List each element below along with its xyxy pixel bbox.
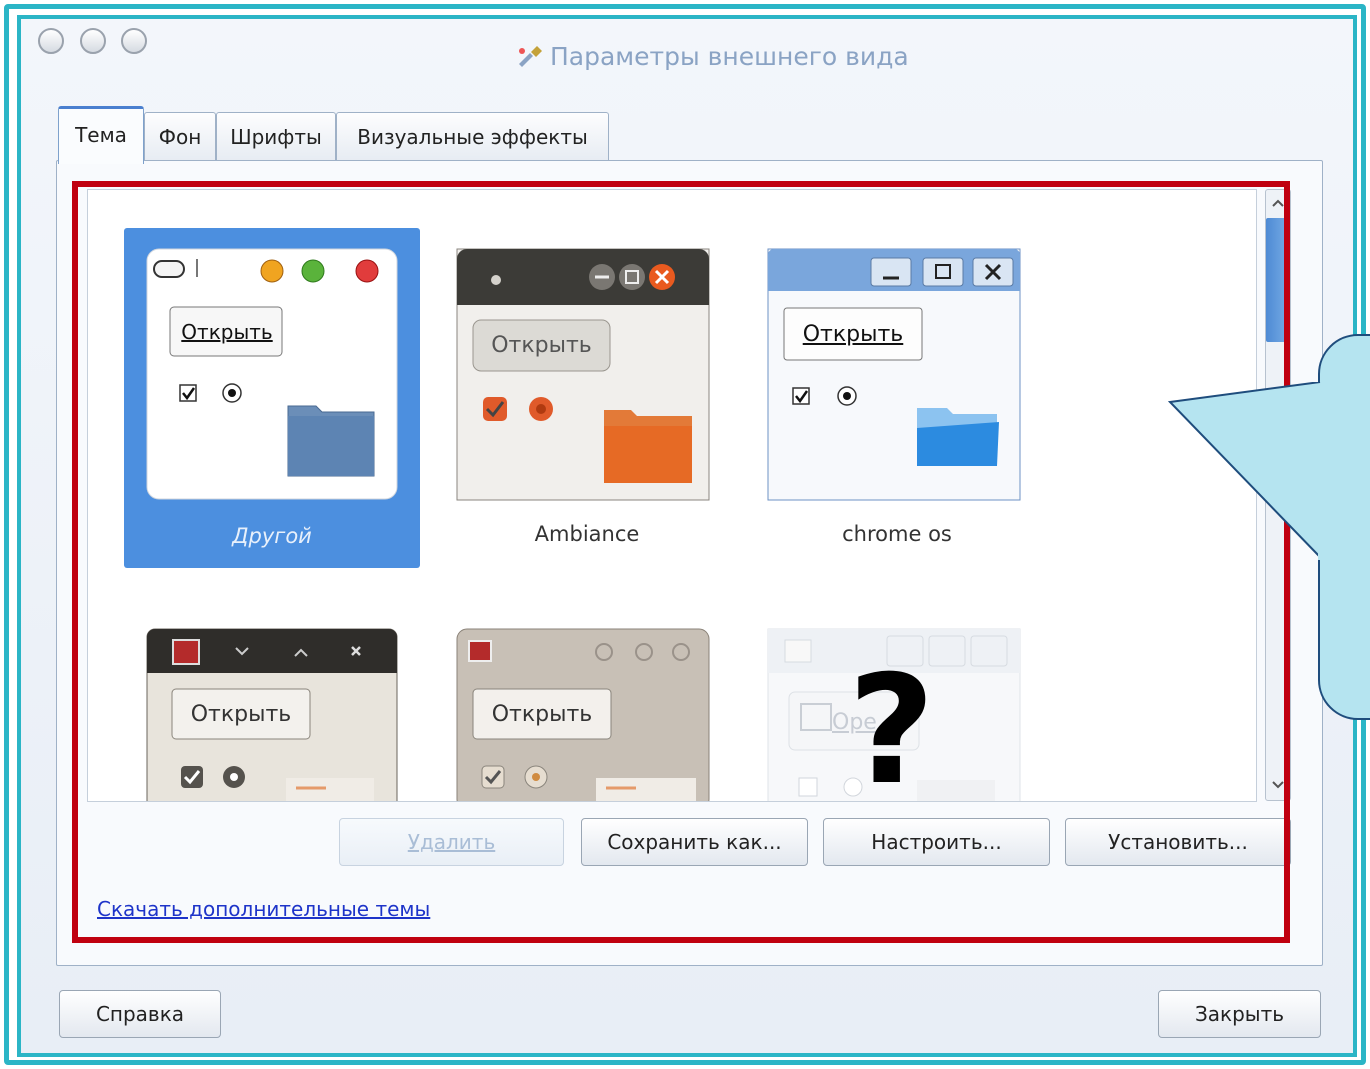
question-mark: ?: [848, 644, 936, 818]
tab-visual-effects[interactable]: Визуальные эффекты: [336, 112, 609, 160]
preview-open-button-1: Открыть: [181, 320, 273, 344]
preview-open-button-5: Открыть: [491, 701, 593, 727]
close-button[interactable]: Закрыть: [1158, 990, 1321, 1038]
scroll-down-icon[interactable]: [1269, 778, 1287, 792]
theme-preview-other[interactable]: [146, 248, 398, 500]
theme-name-chrome-os: chrome os: [842, 522, 952, 546]
theme-name-ambiance: Ambiance: [534, 522, 640, 546]
scroll-up-icon[interactable]: [1269, 196, 1287, 210]
tab-label: Тема: [75, 123, 127, 147]
preview-open-button-4: Открыть: [190, 701, 292, 727]
tab-background[interactable]: Фон: [144, 112, 216, 160]
customize-button[interactable]: Настроить...: [823, 818, 1050, 866]
tab-theme[interactable]: Тема: [58, 106, 144, 164]
tab-label: Визуальные эффекты: [357, 124, 588, 149]
minimize-window-button[interactable]: [80, 28, 106, 54]
callout-bubble: [1318, 334, 1370, 720]
maximize-window-button[interactable]: [121, 28, 147, 54]
callout-pointer: [1168, 382, 1324, 560]
window-title-text: Параметры внешнего вида: [550, 42, 909, 71]
install-button[interactable]: Установить...: [1065, 818, 1291, 866]
help-button-label: Справка: [95, 1002, 185, 1026]
help-button[interactable]: Справка: [59, 990, 221, 1038]
theme-preview-chrome-os[interactable]: [767, 248, 1021, 501]
preview-open-button-2: Открыть: [491, 333, 592, 358]
tab-label: Фон: [158, 124, 202, 149]
theme-preview-ambiance[interactable]: [456, 248, 710, 501]
tab-fonts[interactable]: Шрифты: [216, 112, 336, 160]
save-as-button-label: Сохранить как...: [607, 830, 782, 854]
scrollbar-thumb[interactable]: [1266, 218, 1290, 342]
customize-button-label: Настроить...: [871, 830, 1002, 854]
delete-button[interactable]: Удалить: [339, 818, 564, 866]
download-more-themes-link[interactable]: Скачать дополнительные темы: [97, 897, 430, 921]
delete-button-label: Удалить: [407, 830, 496, 854]
save-as-button[interactable]: Сохранить как...: [581, 818, 808, 866]
close-button-label: Закрыть: [1194, 1002, 1285, 1026]
close-window-button[interactable]: [38, 28, 64, 54]
tab-label: Шрифты: [230, 124, 322, 149]
paintbrush-icon: [519, 46, 542, 67]
window-title: Параметры внешнего вида: [516, 42, 909, 71]
preview-open-button-3: Открыть: [802, 321, 904, 347]
theme-name-other: Другой: [232, 524, 312, 548]
install-button-label: Установить...: [1108, 830, 1248, 854]
